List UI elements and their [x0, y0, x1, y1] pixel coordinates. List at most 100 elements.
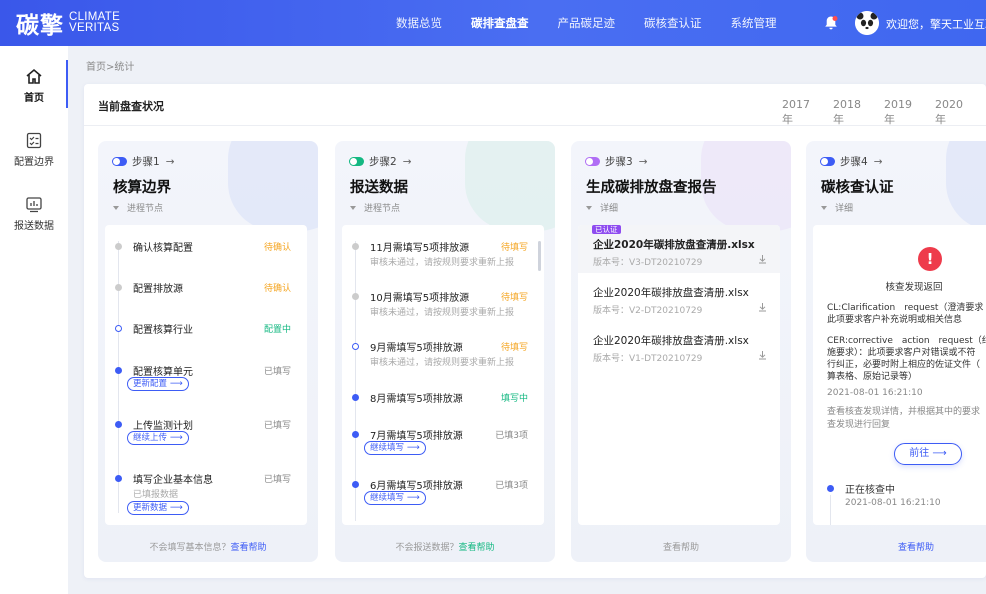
update-data-button[interactable]: 更新数据 [127, 501, 189, 515]
card-subtitle[interactable]: 进程节点 [113, 201, 163, 214]
logo[interactable]: 碳擎 CLIMATE VERITAS [16, 6, 120, 40]
panel-title: 当前盘查状况 [98, 100, 164, 113]
sidebar-item-home[interactable]: 首页 [0, 68, 68, 104]
download-icon[interactable] [758, 350, 767, 360]
status-badge: 已填写 [263, 421, 291, 431]
continue-fill-button[interactable]: 继续填写 [364, 441, 426, 455]
timeline-dot [115, 475, 122, 482]
step-label[interactable]: 步骤2 → [349, 154, 412, 169]
card-subtitle[interactable]: 详细 [821, 201, 853, 214]
help-link[interactable]: 查看帮助 [898, 543, 934, 553]
status-badge: 已填写 [263, 367, 291, 377]
timeline-item-name: 7月需填写5项排放源 [370, 431, 463, 442]
card-title: 生成碳排放盘查报告 [586, 180, 717, 196]
status-badge: 待填写 [500, 243, 528, 253]
nav-carbon-inventory[interactable]: 碳排查盘查 [471, 0, 529, 46]
year-2018[interactable]: 2018年 [833, 98, 867, 127]
year-2017[interactable]: 2017年 [782, 98, 816, 127]
file-name: 企业2020年碳排放盘查清册.xlsx [593, 239, 755, 251]
home-icon [26, 68, 42, 84]
card-title: 核算边界 [113, 180, 171, 196]
help-link[interactable]: 查看帮助 [663, 543, 699, 553]
logo-en: CLIMATE VERITAS [69, 11, 120, 34]
step4-card: 步骤4 → 碳核查认证 详细 ! 核查发现返回 CL:Clarification… [806, 141, 986, 562]
step-text: 步骤2 [369, 156, 397, 168]
finding-time: 2021-08-01 16:21:10 [827, 388, 923, 398]
nav-system-management[interactable]: 系统管理 [731, 0, 777, 46]
timeline-item-name: 配置排放源 [133, 284, 183, 295]
timeline-item-name: 配置核算单元 [133, 367, 193, 378]
download-icon[interactable] [758, 302, 767, 312]
update-config-button[interactable]: 更新配置 [127, 377, 189, 391]
file-item[interactable]: 已认证 企业2020年碳排放盘查清册.xlsx 版本号：V3-DT2021072… [578, 225, 780, 273]
timeline-dot [352, 343, 359, 350]
timeline-item-desc: 已填报数据 [133, 490, 179, 500]
timeline-dot [115, 421, 122, 428]
timeline-item-name: 9月需填写5项排放源 [370, 343, 463, 354]
card-decoration [946, 141, 986, 231]
year-2020[interactable]: 2020年 [935, 98, 969, 127]
logo-cn: 碳擎 [16, 12, 64, 39]
step-text: 步骤4 [840, 156, 868, 168]
year-selector: 2017年 2018年 2019年 2020年 [782, 98, 986, 127]
sidebar-item-label: 首页 [24, 93, 44, 104]
step-label[interactable]: 步骤1 → [112, 154, 175, 169]
main-nav: 数据总览 碳排查盘查 产品碳足迹 碳核查认证 系统管理 [396, 0, 806, 46]
bell-icon[interactable] [824, 15, 838, 31]
year-2019[interactable]: 2019年 [884, 98, 918, 127]
main-panel: 当前盘查状况 2017年 2018年 2019年 2020年 步骤1 → 核算边… [84, 84, 986, 578]
step-text: 步骤1 [132, 156, 160, 168]
toggle-icon [585, 157, 600, 166]
sidebar-item-config-boundary[interactable]: 配置边界 [0, 132, 68, 168]
status-badge: 已填3项 [495, 431, 528, 441]
avatar[interactable] [855, 11, 879, 35]
file-item[interactable]: 企业2020年碳排放盘查清册.xlsx 版本号：V1-DT20210729 [578, 321, 780, 369]
card-subtitle[interactable]: 详细 [586, 201, 618, 214]
step-label[interactable]: 步骤3 → [585, 154, 648, 169]
card-subtitle[interactable]: 进程节点 [350, 201, 400, 214]
timeline-item-name: 填写企业基本信息 [133, 475, 213, 486]
sidebar-item-label: 报送数据 [14, 221, 54, 232]
timeline-item-name: 配置核算行业 [133, 325, 193, 336]
scrollbar[interactable] [538, 241, 541, 271]
status-badge: 待确认 [263, 284, 291, 294]
status-badge: 已填写 [263, 475, 291, 485]
file-version: 版本号：V1-DT20210729 [593, 354, 703, 364]
timeline-dot [352, 481, 359, 488]
go-button[interactable]: 前往 ⟶ [894, 443, 962, 465]
breadcrumb[interactable]: 首页>统计 [86, 58, 134, 73]
verified-tag: 已认证 [592, 225, 621, 234]
nav-product-footprint[interactable]: 产品碳足迹 [558, 0, 616, 46]
card-title: 报送数据 [350, 180, 408, 196]
card-footer: 不会报送数据？查看帮助 [335, 540, 555, 553]
finding-note-2: 查发现进行回复 [827, 420, 891, 430]
sidebar-item-report-data[interactable]: 报送数据 [0, 196, 68, 232]
panel-divider [84, 125, 986, 126]
card-decoration [465, 141, 555, 231]
status-badge: 待确认 [263, 243, 291, 253]
timeline-item-desc: 审核未通过，请按规则要求重新上报 [370, 308, 515, 318]
status-badge: 待填写 [500, 343, 528, 353]
welcome-text[interactable]: 欢迎您，擎天工业互联 [886, 16, 986, 32]
card-footer: 不会填写基本信息？查看帮助 [98, 540, 318, 553]
help-link[interactable]: 查看帮助 [459, 543, 495, 553]
download-icon[interactable] [758, 254, 767, 264]
step-label[interactable]: 步骤4 → [820, 154, 883, 169]
arrow-right-icon: → [873, 155, 883, 168]
nav-verification[interactable]: 碳核查认证 [644, 0, 702, 46]
continue-fill-button[interactable]: 继续填写 [364, 491, 426, 505]
file-item[interactable]: 企业2020年碳排放盘查清册.xlsx 版本号：V2-DT20210729 [578, 273, 780, 321]
nav-data-overview[interactable]: 数据总览 [396, 0, 442, 46]
continue-upload-button[interactable]: 继续上传 [127, 431, 189, 445]
toggle-icon [112, 157, 127, 166]
timeline-dot [115, 243, 122, 250]
help-link[interactable]: 查看帮助 [231, 543, 267, 553]
timeline-line [830, 495, 831, 525]
timeline-dot [827, 485, 834, 492]
top-bar: 碳擎 CLIMATE VERITAS 数据总览 碳排查盘查 产品碳足迹 碳核查认… [0, 0, 986, 46]
arrow-right-icon: → [165, 155, 175, 168]
sidebar-item-label: 配置边界 [14, 157, 54, 168]
timeline-dot [352, 431, 359, 438]
panda-avatar-icon [855, 11, 879, 35]
timeline-dot [115, 284, 122, 291]
